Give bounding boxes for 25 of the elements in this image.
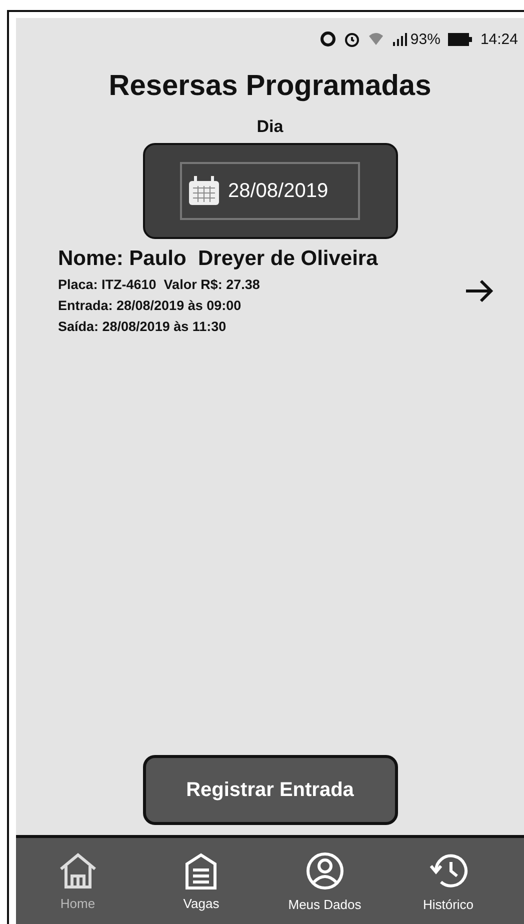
wifi-icon <box>368 31 384 47</box>
house-icon <box>58 852 98 890</box>
signal-icon <box>392 32 408 46</box>
user-icon <box>304 850 345 890</box>
date-field[interactable]: 28/08/2019 <box>180 162 360 220</box>
customer-name: Nome: Paulo Dreyer de Oliveira <box>58 247 379 271</box>
date-value: 28/08/2019 <box>228 180 328 202</box>
nav-tab[interactable]: Vagas <box>140 838 263 924</box>
nav-tab[interactable]: Histórico <box>386 838 510 924</box>
battery-percentage: 93% <box>410 30 440 48</box>
calendar-icon <box>188 176 220 206</box>
plate-and-value: Placa: ITZ-4610 Valor R$: 27.38 <box>58 277 261 292</box>
alarm-icon <box>344 31 360 47</box>
register-entry-button[interactable]: Registrar Entrada <box>142 755 398 825</box>
battery-icon <box>448 32 472 46</box>
exit-time: Saída: 28/08/2019 às 11:30 <box>58 319 228 334</box>
arrow-right-icon[interactable] <box>464 278 494 302</box>
date-label: Dia <box>256 117 284 137</box>
date-picker-button[interactable]: 28/08/2019 <box>142 143 398 239</box>
garage-icon <box>184 852 218 890</box>
clock-time: 14:24 <box>480 30 518 48</box>
entry-time: Entrada: 28/08/2019 às 09:00 <box>58 298 242 313</box>
nav-tab[interactable]: Meus Dados <box>263 838 386 924</box>
page-title: Resersas Programadas <box>108 70 432 103</box>
nav-tab[interactable]: Home <box>16 838 140 924</box>
